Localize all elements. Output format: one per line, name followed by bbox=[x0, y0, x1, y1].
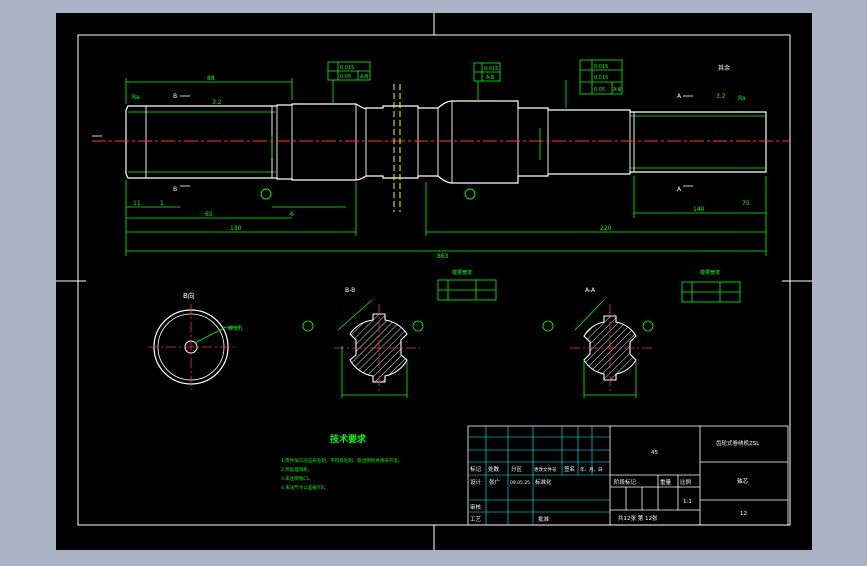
end-view-leader-label: 螺纹孔 bbox=[228, 325, 243, 332]
finish-1: 3.2 bbox=[212, 99, 222, 106]
gdt1-datum: A-B bbox=[360, 74, 369, 80]
note-item-2: 2.热处理调质。 bbox=[281, 466, 312, 473]
tb-row-change: 更改文件号 bbox=[534, 466, 557, 473]
arrow-label-b-bottom: B bbox=[173, 186, 177, 193]
section-b-label: B-B bbox=[345, 287, 355, 294]
tb-designer-label: 设计 bbox=[470, 478, 482, 486]
tb-date: 09.05.25 bbox=[510, 480, 530, 486]
note-item-4: 4.未注尺寸公差按IT8。 bbox=[281, 484, 328, 491]
note-qiyu: 其余 bbox=[718, 64, 730, 72]
arrow-label-b-top: B bbox=[173, 93, 177, 100]
section-a-leader-label: 键槽宽度 bbox=[700, 269, 720, 276]
tb-ratio: 比例 bbox=[680, 478, 692, 486]
rough-2: Ra bbox=[738, 95, 746, 102]
section-a-label: A-A bbox=[585, 287, 596, 294]
tb-drawing-no: 12 bbox=[740, 511, 747, 517]
end-view-label: B向 bbox=[183, 291, 195, 300]
tb-row-count: 处数 bbox=[488, 465, 500, 473]
finish-2: 3.2 bbox=[716, 93, 726, 100]
tb-row-mark: 标记 bbox=[470, 465, 482, 473]
gdt2-value: 0.015 bbox=[484, 66, 498, 72]
gdt3-value-a: 0.015 bbox=[594, 64, 608, 70]
tb-drawing-name: 齿轮式卷绕机ZSL bbox=[716, 439, 760, 447]
gdt1-value-b: 0.05 bbox=[340, 74, 351, 80]
tb-sheet: 共12张 第 12张 bbox=[618, 514, 658, 522]
dim-130: 130 bbox=[230, 225, 242, 232]
notes-title: 技术要求 bbox=[330, 433, 367, 445]
tb-stage: 阶段标记 bbox=[614, 478, 637, 486]
dim-11: 11 bbox=[133, 200, 141, 207]
gdt2-datum: A-B bbox=[486, 75, 495, 81]
cad-viewport[interactable]: 88 65 11 1 6 130 220 140 75 863 3.2 3.2 … bbox=[0, 0, 867, 562]
dim-1: 1 bbox=[160, 200, 164, 207]
gdt3-value-c: 0.05 bbox=[594, 87, 605, 93]
paper-background bbox=[56, 13, 812, 550]
tb-row-date: 年、月、日 bbox=[580, 466, 603, 473]
drawing-canvas[interactable]: 88 65 11 1 6 130 220 140 75 863 3.2 3.2 … bbox=[0, 0, 867, 562]
tb-part-name: 轴芯 bbox=[737, 477, 749, 485]
tb-standard: 标准化 bbox=[535, 478, 552, 486]
dim-75: 75 bbox=[742, 200, 750, 207]
tb-row-sign: 签名 bbox=[564, 465, 575, 473]
tb-designer-name: 张广 bbox=[489, 478, 501, 486]
tb-process: 工艺 bbox=[470, 516, 482, 523]
gdt3-value-b: 0.015 bbox=[594, 75, 608, 81]
dim-65: 65 bbox=[205, 211, 213, 218]
note-item-1: 1.零件加工前应去毛刺，不得有毛刺，锐边倒钝并清洗干净。 bbox=[281, 457, 402, 464]
dim-6: 6 bbox=[290, 211, 294, 218]
tb-material: 45 bbox=[651, 450, 658, 456]
gdt1-value-a: 0.015 bbox=[340, 65, 354, 71]
dim-220: 220 bbox=[600, 225, 612, 232]
tb-row-zone: 分区 bbox=[511, 465, 523, 473]
dim-88: 88 bbox=[207, 75, 215, 82]
dim-140: 140 bbox=[693, 206, 705, 213]
tb-review: 审核 bbox=[470, 503, 482, 511]
tb-weight: 重量 bbox=[660, 478, 672, 486]
rough-1: Ra bbox=[132, 94, 140, 101]
note-item-3: 3.未注倒角C1。 bbox=[281, 475, 314, 482]
tb-approve: 批准 bbox=[538, 515, 550, 523]
gdt3-datum: A-B bbox=[613, 87, 622, 93]
dim-total: 863 bbox=[437, 253, 449, 260]
section-b-leader-label: 键槽宽度 bbox=[452, 269, 472, 276]
tb-scale: 1:1 bbox=[683, 499, 692, 505]
